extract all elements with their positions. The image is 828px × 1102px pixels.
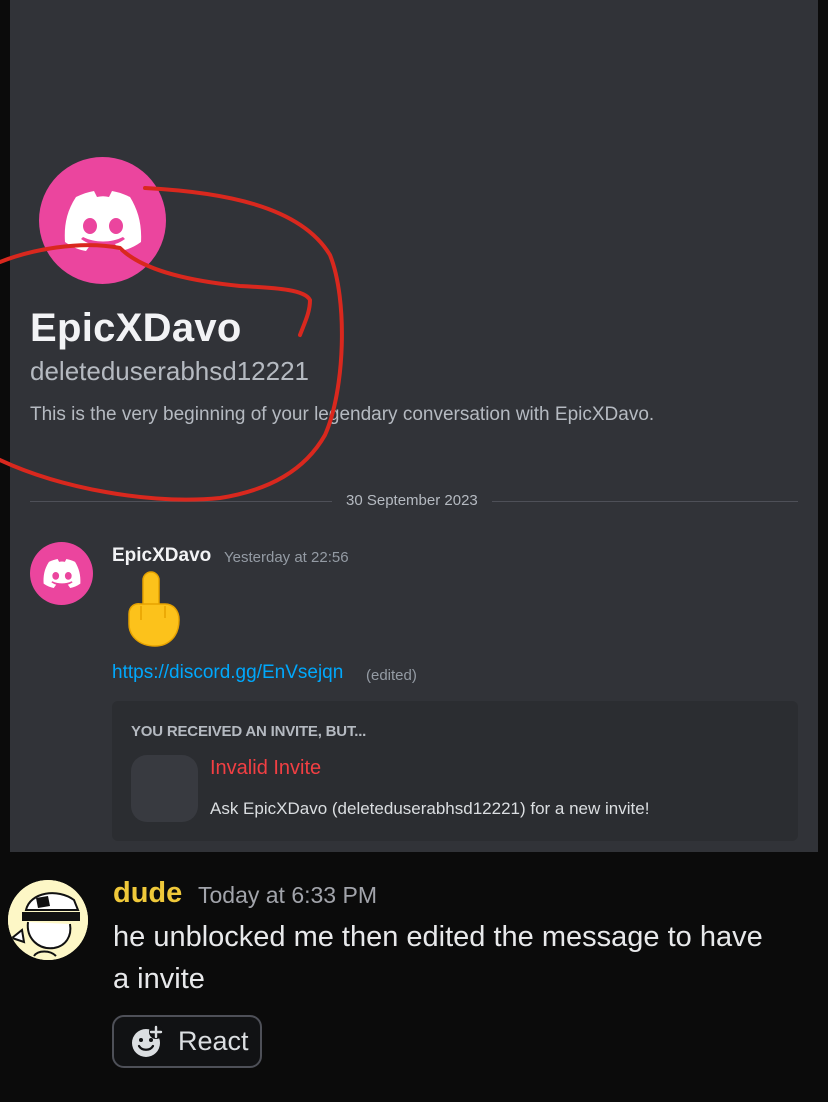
add-reaction-icon <box>132 1024 163 1057</box>
react-button[interactable]: React <box>112 1015 262 1068</box>
post-author-avatar[interactable] <box>8 880 88 960</box>
profile-display-name: EpicXDavo <box>30 306 242 350</box>
profile-username: deleteduserabhsd12221 <box>30 356 310 386</box>
invite-link[interactable]: https://discord.gg/EnVsejqn <box>112 662 343 684</box>
post-text: he unblocked me then edited the message … <box>113 921 763 995</box>
edited-label: (edited) <box>366 667 417 684</box>
profile-avatar[interactable] <box>39 157 166 284</box>
message-author[interactable]: EpicXDavo <box>112 545 211 567</box>
post-timestamp: Today at 6:33 PM <box>198 882 377 908</box>
post-author[interactable]: dude <box>113 877 182 910</box>
invite-header: YOU RECEIVED AN INVITE, BUT... <box>131 723 367 740</box>
date-divider: 30 September 2023 <box>332 492 492 509</box>
middle-finger-emoji <box>128 571 180 647</box>
invite-title: Invalid Invite <box>210 757 322 779</box>
discord-logo-icon <box>64 190 141 251</box>
message-timestamp: Yesterday at 22:56 <box>224 549 349 566</box>
embedded-screenshot: EpicXDavo deleteduserabhsd12221 This is … <box>10 0 818 852</box>
conversation-intro: This is the very beginning of your legen… <box>30 404 655 425</box>
invite-server-icon <box>131 755 198 822</box>
cartoon-avatar-icon <box>8 880 88 960</box>
invite-embed[interactable]: YOU RECEIVED AN INVITE, BUT... Invalid I… <box>112 701 798 841</box>
invite-description: Ask EpicXDavo (deleteduserabhsd12221) fo… <box>210 799 650 818</box>
discord-logo-icon <box>43 559 80 588</box>
react-label: React <box>178 1026 249 1056</box>
message-avatar[interactable] <box>30 542 93 605</box>
